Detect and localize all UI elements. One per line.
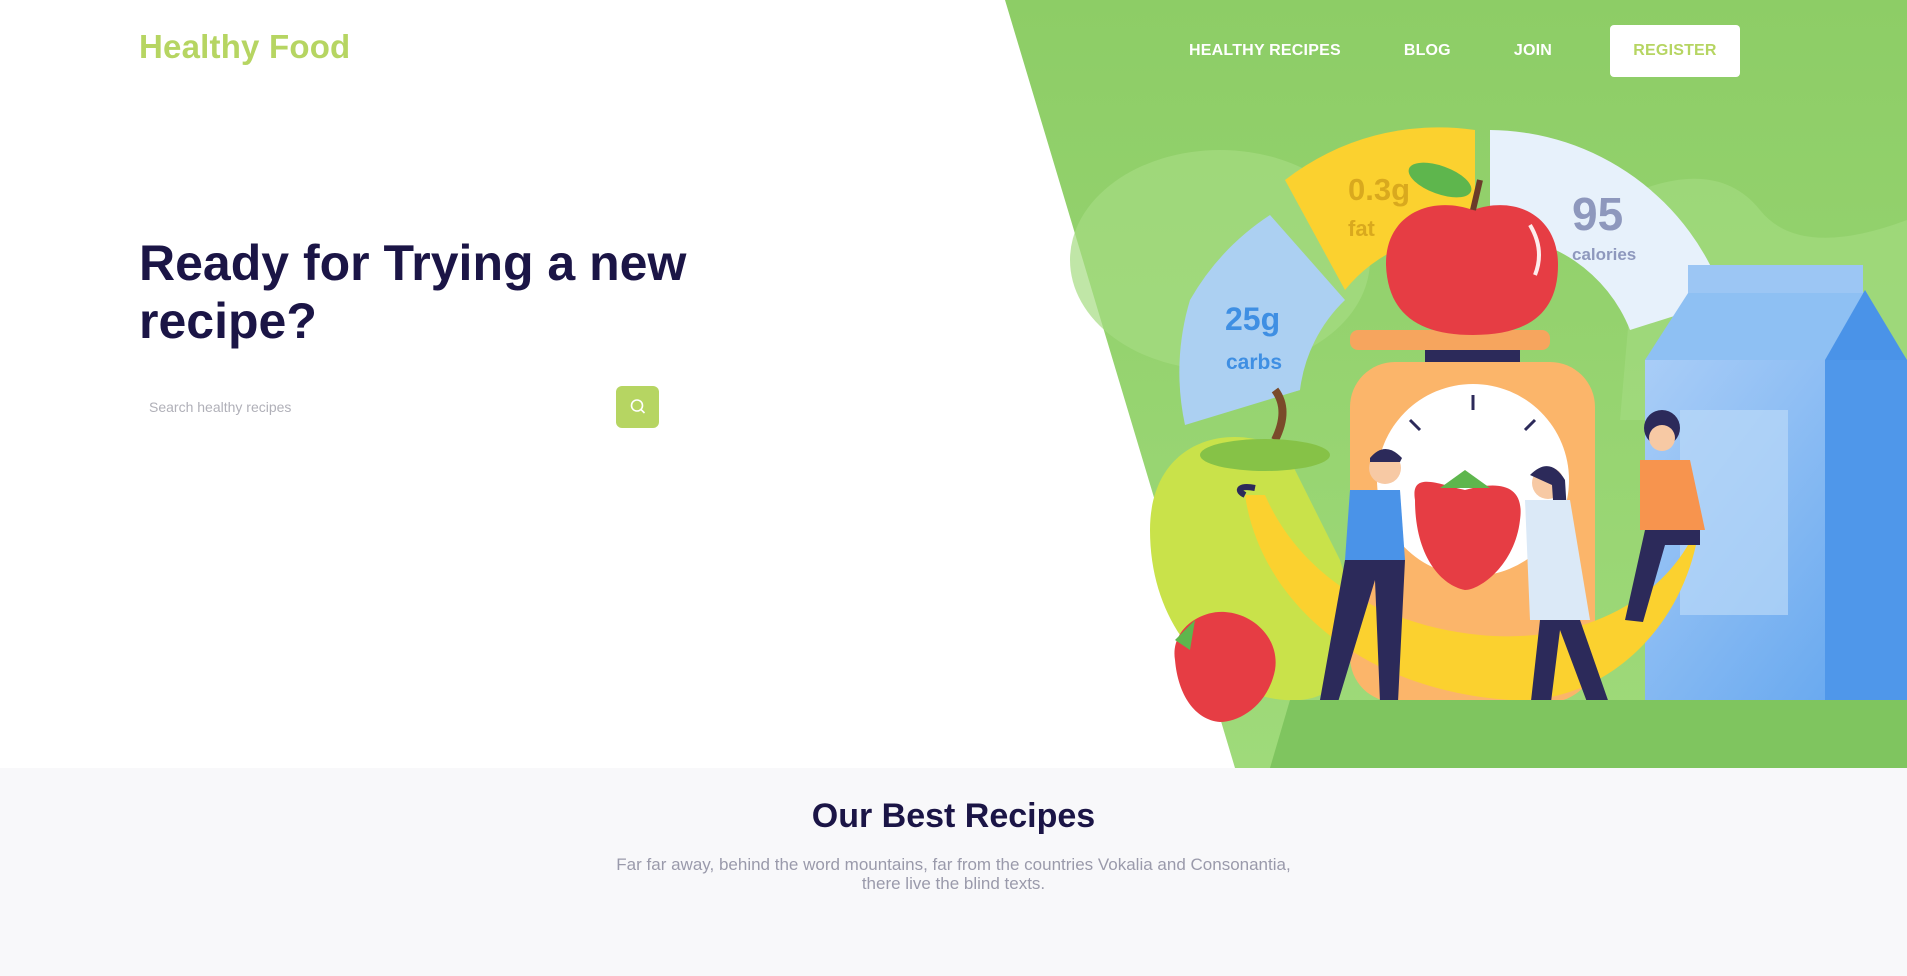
nav-link-blog[interactable]: BLOG	[1404, 42, 1451, 60]
main-nav: HEALTHY RECIPES BLOG JOIN REGISTER	[1189, 25, 1740, 77]
carbs-value-label: 25g	[1225, 301, 1280, 337]
hero-illustration: 0.3g fat 95 calories 25g carbs	[1005, 0, 1907, 768]
fat-value-label: 0.3g	[1348, 172, 1410, 207]
search-input[interactable]	[139, 386, 629, 428]
nav-link-join[interactable]: JOIN	[1514, 42, 1552, 60]
nav-link-healthy-recipes[interactable]: HEALTHY RECIPES	[1189, 42, 1341, 60]
section-title: Our Best Recipes	[811, 797, 1096, 835]
section-subtitle-line-1: Far far away, behind the word mountains,…	[616, 855, 1291, 874]
calories-label: calories	[1572, 245, 1636, 264]
site-logo[interactable]: Healthy Food	[139, 28, 350, 66]
hero-headline: Ready for Trying a new recipe?	[139, 235, 687, 349]
calories-value-label: 95	[1572, 188, 1623, 240]
search-icon	[630, 399, 645, 414]
section-subtitle-line-2: there live the blind texts.	[861, 874, 1046, 893]
register-button[interactable]: REGISTER	[1610, 25, 1740, 77]
search-button[interactable]	[616, 386, 659, 428]
section-subtitle: Far far away, behind the word mountains,…	[590, 855, 1317, 893]
fat-label: fat	[1348, 216, 1376, 241]
hero: 0.3g fat 95 calories 25g carbs Healthy F…	[0, 0, 1907, 768]
carbs-label: carbs	[1226, 351, 1282, 374]
search-bar	[139, 386, 659, 428]
